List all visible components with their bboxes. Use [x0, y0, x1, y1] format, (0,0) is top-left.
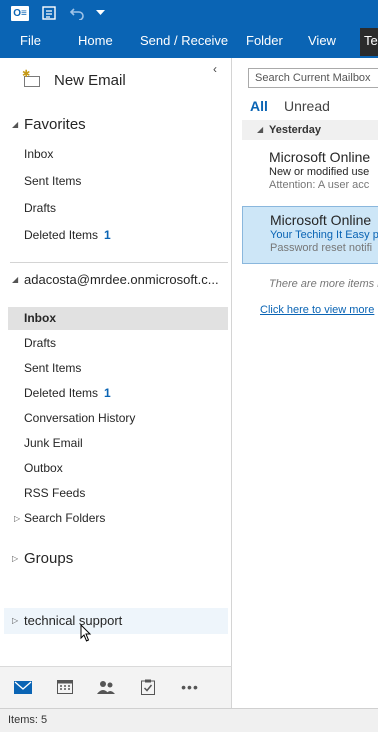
new-email-label: New Email — [54, 71, 126, 89]
collapsed-triangle-icon: ▷ — [12, 554, 19, 563]
filter-unread[interactable]: Unread — [284, 98, 330, 114]
unread-count: 1 — [104, 386, 111, 400]
folder-label: Sent Items — [24, 361, 82, 375]
outlook-logo-icon: O≡ — [10, 4, 30, 22]
folder-outbox[interactable]: Outbox — [8, 457, 228, 480]
view-more-link[interactable]: Click here to view more — [260, 304, 374, 316]
favorite-drafts[interactable]: Drafts — [8, 197, 228, 220]
more-icon[interactable]: ••• — [177, 675, 203, 699]
folder-label: Deleted Items — [24, 386, 99, 400]
new-email-icon: ✱ — [22, 69, 42, 88]
folder-label: Conversation History — [24, 411, 136, 425]
date-group-header[interactable]: ◢ Yesterday — [242, 120, 378, 140]
folder-label: Drafts — [24, 336, 57, 350]
folder-junk-email[interactable]: Junk Email — [8, 432, 228, 455]
qat-dropdown-icon[interactable] — [94, 4, 106, 22]
message-preview: Password reset notifi — [270, 242, 373, 254]
title-bar: O≡ — [0, 0, 378, 26]
groups-label: Groups — [24, 550, 74, 567]
message-subject: Your Teching It Easy p — [270, 229, 378, 241]
favorite-sent-items[interactable]: Sent Items — [8, 170, 228, 193]
favorites-header[interactable]: ◢ Favorites — [12, 116, 86, 133]
favorite-inbox[interactable]: Inbox — [8, 143, 228, 166]
mailbox-label: technical support — [24, 613, 123, 628]
divider — [10, 262, 228, 263]
groups-header[interactable]: ▷ Groups — [12, 550, 73, 567]
people-icon[interactable] — [93, 675, 119, 699]
message-item-selected[interactable]: Microsoft Online Your Teching It Easy p … — [242, 206, 378, 264]
new-email-button[interactable]: ✱ New Email — [22, 68, 126, 92]
folder-label: Sent Items — [24, 174, 82, 188]
status-bar: Items: 5 — [0, 708, 378, 732]
folder-label: Search Folders — [24, 511, 106, 525]
folder-sent-items[interactable]: Sent Items — [8, 357, 228, 380]
account-label: adacosta@mrdee.onmicrosoft.c... — [24, 272, 219, 287]
ribbon-tab-bar: File Home Send / Receive Folder View Te — [0, 26, 378, 58]
folder-drafts[interactable]: Drafts — [8, 332, 228, 355]
message-sender: Microsoft Online — [270, 212, 372, 228]
folder-search-folders[interactable]: ▷ Search Folders — [8, 507, 228, 530]
folder-label: Inbox — [24, 147, 54, 161]
message-sender: Microsoft Online — [269, 149, 371, 165]
tab-send-receive[interactable]: Send / Receive — [140, 26, 228, 58]
tab-folder[interactable]: Folder — [246, 26, 283, 58]
folder-rss-feeds[interactable]: RSS Feeds — [8, 482, 228, 505]
folder-label: Deleted Items — [24, 228, 99, 242]
tab-home[interactable]: Home — [78, 26, 113, 58]
folder-deleted-items[interactable]: Deleted Items 1 — [8, 382, 228, 405]
folder-conversation-history[interactable]: Conversation History — [8, 407, 228, 430]
folder-inbox[interactable]: Inbox — [8, 307, 228, 330]
tab-file[interactable]: File — [20, 26, 41, 58]
date-group-label: Yesterday — [269, 124, 321, 136]
folder-label: Drafts — [24, 201, 57, 215]
undo-icon[interactable] — [68, 4, 86, 22]
folder-label: Junk Email — [24, 436, 83, 450]
search-input[interactable]: Search Current Mailbox — [248, 68, 378, 88]
unread-count: 1 — [104, 228, 111, 242]
expand-triangle-icon: ◢ — [257, 125, 264, 134]
message-preview: Attention: A user acc — [269, 179, 370, 191]
tasks-icon[interactable] — [135, 675, 161, 699]
favorite-deleted-items[interactable]: Deleted Items 1 — [8, 224, 228, 247]
mouse-pointer-icon — [80, 623, 92, 647]
technical-support-mailbox[interactable]: ▷ technical support — [12, 613, 122, 628]
favorites-label: Favorites — [24, 116, 86, 133]
filter-all[interactable]: All — [250, 98, 268, 114]
tab-truncated[interactable]: Te — [360, 28, 378, 56]
collapsed-triangle-icon: ▷ — [12, 616, 19, 625]
message-list-pane: Search Current Mailbox All Unread ◢ Yest… — [233, 58, 378, 708]
folder-pane: ✱ New Email ‹ ◢ Favorites Inbox Sent Ite… — [0, 58, 232, 666]
navigation-bar: ••• — [0, 666, 232, 708]
message-item[interactable]: Microsoft Online New or modified use Att… — [242, 144, 378, 202]
more-items-notice: There are more items in — [269, 278, 378, 290]
folder-label: Outbox — [24, 461, 63, 475]
tab-view[interactable]: View — [308, 26, 336, 58]
expand-triangle-icon: ◢ — [12, 120, 19, 129]
collapse-pane-icon[interactable]: ‹ — [213, 62, 217, 76]
items-count: Items: 5 — [8, 714, 48, 726]
expand-triangle-icon: ◢ — [12, 275, 19, 284]
account-header[interactable]: ◢ adacosta@mrdee.onmicrosoft.c... — [12, 272, 219, 287]
message-subject: New or modified use — [269, 166, 370, 178]
folder-label: RSS Feeds — [24, 486, 86, 500]
mail-icon[interactable] — [10, 675, 36, 699]
send-receive-icon[interactable] — [40, 4, 58, 22]
collapsed-triangle-icon: ▷ — [14, 514, 21, 523]
calendar-icon[interactable] — [52, 675, 78, 699]
folder-label: Inbox — [24, 311, 56, 325]
